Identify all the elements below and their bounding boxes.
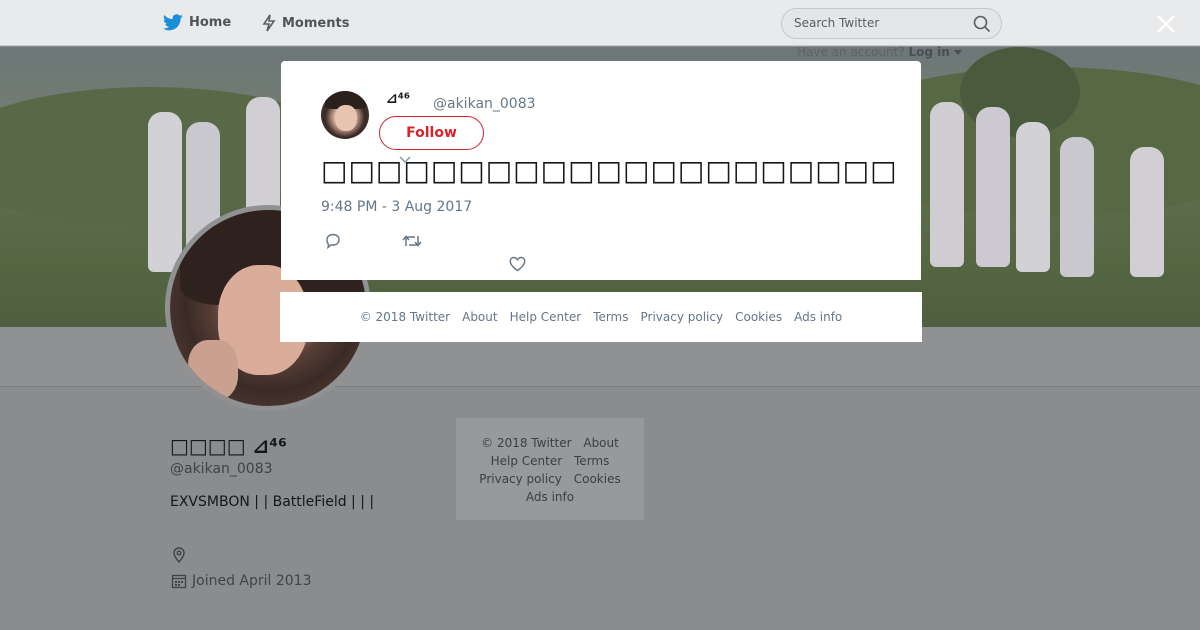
side-footer: © 2018 Twitter About Help Center Terms P… [456, 418, 644, 520]
close-icon[interactable] [1155, 13, 1177, 35]
search-input[interactable] [794, 16, 964, 30]
tweet-timestamp[interactable]: 9:48 PM - 3 Aug 2017 [321, 199, 472, 215]
tweet-modal: ⊿⁴⁶ @akikan_0083 Follow □□□□□□□□□□□□□□□□… [281, 61, 921, 280]
account-prompt-text: Have an account? [797, 45, 905, 59]
calendar-icon [171, 574, 187, 589]
tweet-author-name[interactable]: ⊿⁴⁶ [386, 91, 410, 107]
side-footer-terms[interactable]: Terms [574, 454, 609, 468]
login-link[interactable]: Log in [908, 45, 949, 59]
search-box [781, 8, 1002, 39]
top-nav: Home Moments [0, 0, 1200, 46]
joined-label: Joined April 2013 [192, 573, 312, 589]
profile-handle[interactable]: @akikan_0083 [170, 461, 273, 477]
modal-footer-about[interactable]: About [462, 310, 497, 324]
search-icon[interactable] [973, 15, 991, 33]
side-footer-about[interactable]: About [583, 436, 618, 450]
modal-footer: © 2018 Twitter About Help Center Terms P… [280, 292, 922, 342]
nav-moments-label: Moments [282, 15, 350, 31]
caret-down-icon[interactable] [953, 50, 962, 56]
tweet-text: □□□□□□□□□□□□□□□□□□□□□ [321, 154, 898, 187]
modal-footer-copyright: © 2018 Twitter [359, 310, 451, 324]
follow-button[interactable]: Follow [379, 116, 484, 150]
nav-home-label: Home [189, 15, 232, 30]
side-footer-help[interactable]: Help Center [491, 454, 563, 468]
side-footer-cookies[interactable]: Cookies [574, 472, 621, 486]
modal-footer-help[interactable]: Help Center [510, 310, 582, 324]
side-footer-ads[interactable]: Ads info [526, 490, 574, 504]
modal-footer-ads[interactable]: Ads info [794, 310, 842, 324]
tweet-author-handle[interactable]: @akikan_0083 [433, 96, 536, 112]
login-prompt: Have an account? Log in [797, 45, 962, 59]
nav-home[interactable]: Home [163, 14, 231, 31]
profile-joined: Joined April 2013 [171, 573, 312, 589]
location-icon [173, 547, 185, 563]
retweet-icon[interactable] [402, 233, 422, 249]
modal-footer-cookies[interactable]: Cookies [735, 310, 782, 324]
reply-icon[interactable] [324, 232, 342, 250]
heart-icon[interactable] [509, 256, 526, 272]
side-footer-privacy[interactable]: Privacy policy [479, 472, 562, 486]
profile-name: □□□□ ⊿⁴⁶ [170, 434, 287, 458]
modal-footer-terms[interactable]: Terms [593, 310, 628, 324]
modal-footer-privacy[interactable]: Privacy policy [641, 310, 724, 324]
side-footer-copyright: © 2018 Twitter [481, 436, 572, 450]
lightning-icon [262, 14, 276, 32]
nav-moments[interactable]: Moments [262, 14, 349, 32]
twitter-bird-icon [163, 14, 183, 31]
tweet-author-avatar[interactable] [321, 91, 369, 139]
profile-bio: EXVSMBON | | BattleField | | | [170, 494, 375, 510]
